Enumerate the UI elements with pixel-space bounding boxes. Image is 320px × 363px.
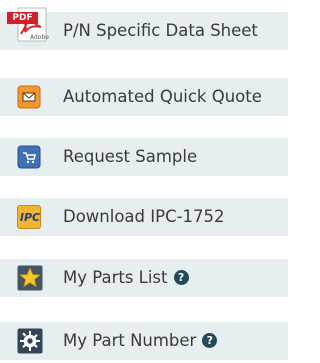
help-icon[interactable]: ? [202, 333, 218, 348]
menu-item-label: My Parts List? [63, 268, 189, 288]
menu-item-label: P/N Specific Data Sheet [63, 21, 258, 40]
menu-item-label-text: My Part Number [63, 331, 197, 350]
ipc-icon-text: IPC [19, 211, 41, 224]
menu-item-label: Request Sample [63, 147, 198, 166]
action-menu: Adobe PDF P/N Specific Data Sheet Automa… [0, 0, 288, 363]
menu-item-quick-quote[interactable]: Automated Quick Quote [0, 78, 288, 116]
menu-item-my-parts-list[interactable]: My Parts List? [0, 259, 288, 297]
gear-icon [17, 328, 43, 354]
menu-item-label: Download IPC-1752 [63, 207, 225, 226]
menu-item-download-ipc[interactable]: IPC Download IPC-1752 [0, 198, 288, 236]
adobe-brand-text: Adobe [30, 34, 49, 41]
menu-item-my-part-number[interactable]: My Part Number? [0, 322, 288, 360]
menu-item-label: My Part Number? [63, 331, 218, 351]
menu-item-pn-data-sheet[interactable]: Adobe PDF P/N Specific Data Sheet [0, 7, 288, 50]
ipc-icon: IPC [17, 205, 41, 229]
menu-item-label-text: My Parts List [63, 268, 168, 287]
menu-item-label: Automated Quick Quote [63, 87, 262, 106]
envelope-icon [17, 85, 41, 109]
pdf-icon: Adobe PDF [7, 0, 53, 50]
star-icon [17, 265, 43, 291]
help-icon[interactable]: ? [173, 270, 189, 285]
pdf-badge: PDF [7, 12, 38, 24]
menu-item-request-sample[interactable]: Request Sample [0, 138, 288, 176]
cart-icon [17, 145, 41, 169]
